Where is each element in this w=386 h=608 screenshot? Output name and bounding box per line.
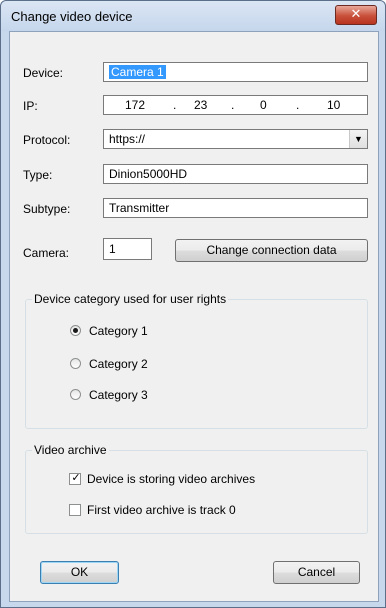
ok-button[interactable]: OK xyxy=(40,561,119,584)
subtype-value: Transmitter xyxy=(109,201,170,215)
radio-selected-dot xyxy=(73,328,78,333)
category-3-label[interactable]: Category 3 xyxy=(89,388,148,402)
archive-track0-label[interactable]: First video archive is track 0 xyxy=(87,503,236,517)
protocol-select[interactable]: https:// ▼ xyxy=(103,129,368,149)
cancel-button[interactable]: Cancel xyxy=(273,561,360,584)
ip-octet-2[interactable]: 23 xyxy=(194,96,207,114)
ip-dot-1: . xyxy=(173,98,177,112)
device-name-input[interactable]: Camera 1 xyxy=(103,62,368,82)
type-label: Type: xyxy=(23,168,53,182)
close-icon: ✕ xyxy=(350,7,362,22)
camera-number-input[interactable]: 1 xyxy=(103,238,152,260)
storing-archives-checkbox[interactable]: ✓ xyxy=(69,471,81,485)
dialog-title: Change video device xyxy=(11,9,133,24)
close-button[interactable]: ✕ xyxy=(335,5,377,25)
change-connection-data-button[interactable]: Change connection data xyxy=(175,239,368,262)
category-2-label[interactable]: Category 2 xyxy=(89,357,148,371)
category-1-radio[interactable] xyxy=(70,325,81,336)
subtype-input[interactable]: Transmitter xyxy=(103,198,368,218)
arrow-down-icon[interactable]: ▼ xyxy=(349,130,367,148)
checkmark-icon: ✓ xyxy=(71,471,81,484)
video-archive-group: Video archive xyxy=(25,443,368,534)
category-3-radio[interactable] xyxy=(70,389,81,400)
ip-label: IP: xyxy=(23,99,38,113)
device-label: Device: xyxy=(23,66,64,80)
ip-address-input[interactable]: 172 . 23 . 0 . 10 xyxy=(103,95,368,115)
category-group-title: Device category used for user rights xyxy=(32,292,229,306)
camera-number-value: 1 xyxy=(109,242,116,256)
type-value: Dinion5000HD xyxy=(109,167,188,181)
type-input[interactable]: Dinion5000HD xyxy=(103,164,368,184)
device-name-value: Camera 1 xyxy=(109,65,166,79)
video-archive-group-title: Video archive xyxy=(32,443,109,457)
archive-track0-checkbox[interactable] xyxy=(69,504,81,516)
ip-octet-3[interactable]: 0 xyxy=(260,96,267,114)
category-1-label[interactable]: Category 1 xyxy=(89,324,148,338)
protocol-value: https:// xyxy=(109,132,146,146)
protocol-label: Protocol: xyxy=(23,133,71,147)
subtype-label: Subtype: xyxy=(23,202,71,216)
camera-label: Camera: xyxy=(23,246,70,260)
ip-octet-1[interactable]: 172 xyxy=(125,96,145,114)
title-bar[interactable]: Change video device ✕ xyxy=(1,1,385,31)
category-2-radio[interactable] xyxy=(70,358,81,369)
storing-archives-label[interactable]: Device is storing video archives xyxy=(87,472,255,486)
dialog-body: Device: Camera 1 IP: 172 . 23 . 0 . 10 P… xyxy=(9,31,379,602)
dialog-window: Change video device ✕ Device: Camera 1 I… xyxy=(0,0,386,608)
ip-dot-2: . xyxy=(231,98,235,112)
ip-dot-3: . xyxy=(296,98,300,112)
ip-octet-4[interactable]: 10 xyxy=(327,96,340,114)
